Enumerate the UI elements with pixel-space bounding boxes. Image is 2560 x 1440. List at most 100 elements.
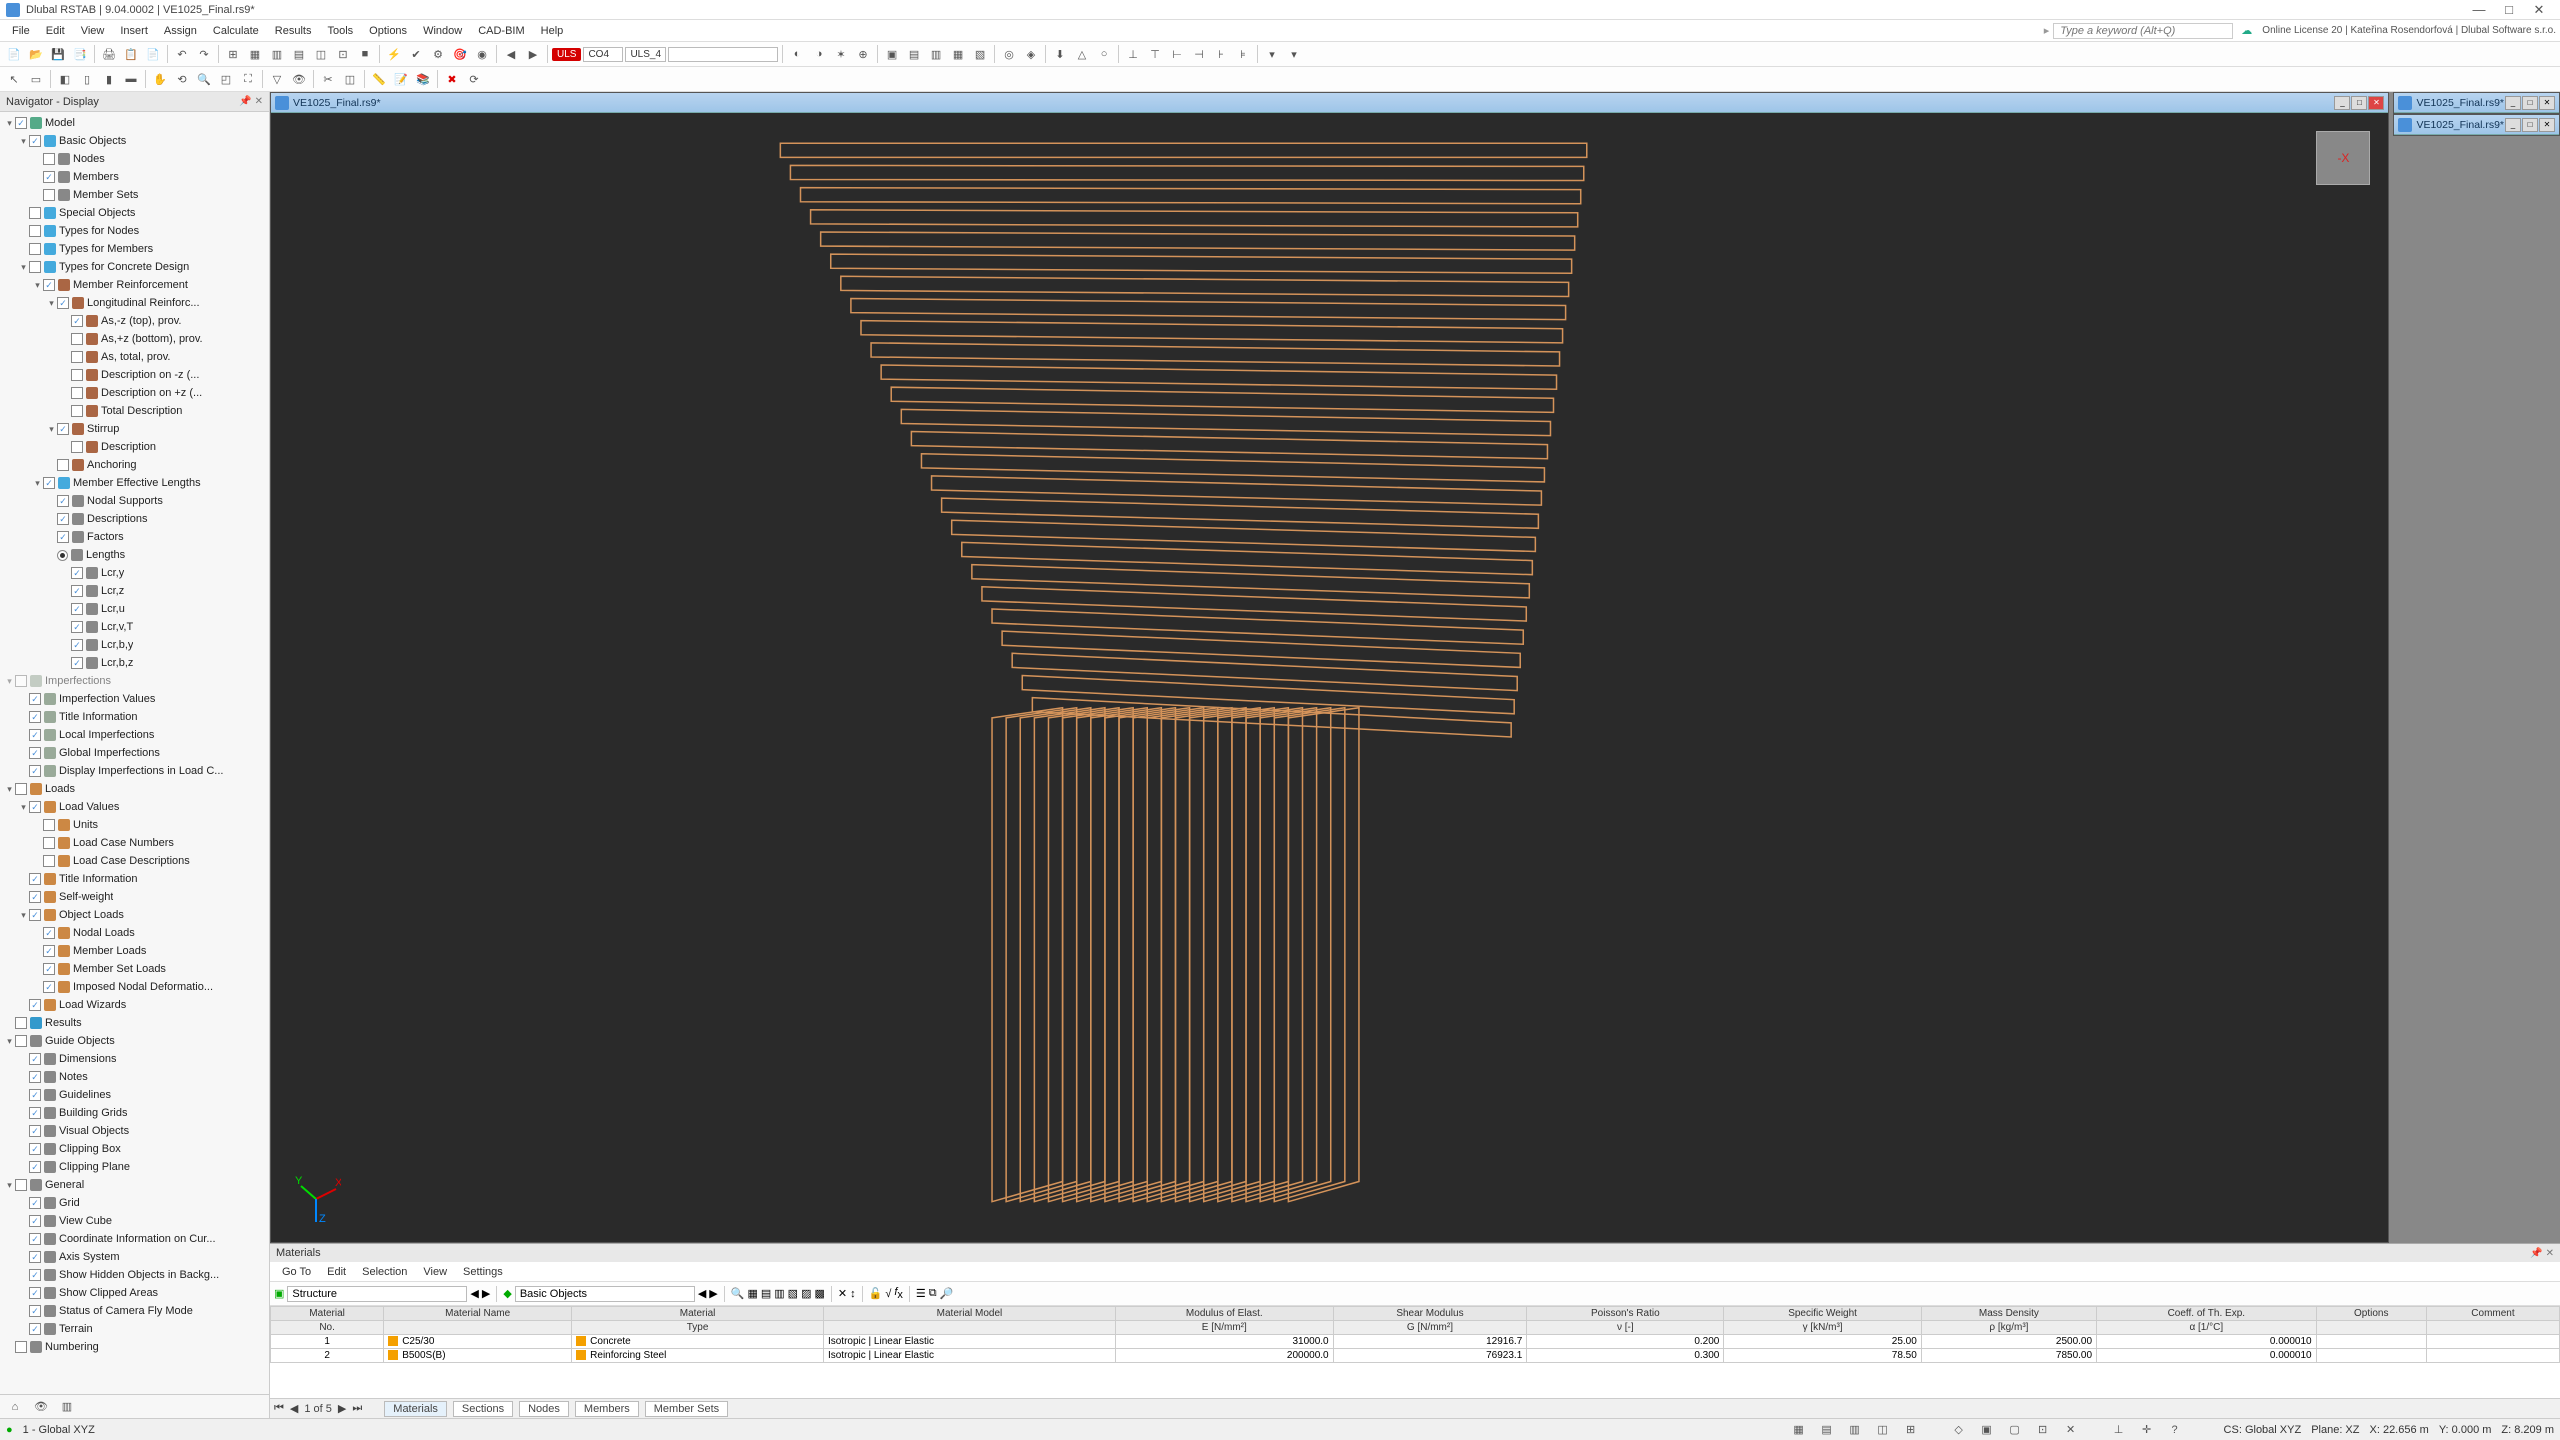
tree-item[interactable]: ▾Imperfections: [0, 672, 269, 690]
tree-item[interactable]: Nodes: [0, 150, 269, 168]
view1-min[interactable]: _: [2334, 96, 2350, 110]
tree-item[interactable]: Display Imperfections in Load C...: [0, 762, 269, 780]
view3-close[interactable]: ✕: [2539, 118, 2555, 132]
tool-d-icon[interactable]: ⊕: [853, 44, 873, 64]
tab-materials[interactable]: Materials: [384, 1401, 447, 1417]
tree-item[interactable]: Lcr,b,y: [0, 636, 269, 654]
zoom-win-icon[interactable]: ◰: [216, 69, 236, 89]
tree-item[interactable]: Show Clipped Areas: [0, 1284, 269, 1302]
tree-item[interactable]: Grid: [0, 1194, 269, 1212]
mat-menu-settings[interactable]: Settings: [455, 1264, 511, 1280]
tree-item[interactable]: Clipping Plane: [0, 1158, 269, 1176]
filter-icon[interactable]: ▽: [267, 69, 287, 89]
nav-first-icon[interactable]: ⏮: [274, 1402, 284, 1415]
solid-icon[interactable]: ■: [355, 44, 375, 64]
view-iso-icon[interactable]: ◧: [55, 69, 75, 89]
tb-find-icon[interactable]: 🔎: [940, 1287, 954, 1300]
next2-icon[interactable]: ▶: [709, 1287, 717, 1300]
tree-item[interactable]: Nodal Loads: [0, 924, 269, 942]
sb-snap5-icon[interactable]: ✕: [2062, 1421, 2080, 1439]
print-icon[interactable]: 🖨: [99, 44, 119, 64]
menu-file[interactable]: File: [4, 23, 38, 39]
tree-item[interactable]: As,+z (bottom), prov.: [0, 330, 269, 348]
tree-item[interactable]: Title Information: [0, 708, 269, 726]
loads-icon[interactable]: ⬇: [1050, 44, 1070, 64]
menu-edit[interactable]: Edit: [38, 23, 73, 39]
menu-help[interactable]: Help: [533, 23, 572, 39]
back-icon[interactable]: ◀: [501, 44, 521, 64]
tree-item[interactable]: Imperfection Values: [0, 690, 269, 708]
measure-icon[interactable]: 📏: [369, 69, 389, 89]
tree-item[interactable]: Title Information: [0, 870, 269, 888]
tree-item[interactable]: Visual Objects: [0, 1122, 269, 1140]
view1-viewport[interactable]: -X XYZ: [271, 113, 2388, 1242]
tree-item[interactable]: Imposed Nodal Deformatio...: [0, 978, 269, 996]
sel-box-icon[interactable]: ▭: [26, 69, 46, 89]
zoom-fit-icon[interactable]: ⛶: [238, 69, 258, 89]
nav-eye-icon[interactable]: 👁: [32, 1398, 50, 1416]
prev-icon[interactable]: ◀: [470, 1287, 478, 1300]
sb-snap2-icon[interactable]: ▣: [1978, 1421, 1996, 1439]
tree-item[interactable]: Building Grids: [0, 1104, 269, 1122]
tree-item[interactable]: As, total, prov.: [0, 348, 269, 366]
report-icon[interactable]: 📄: [143, 44, 163, 64]
tree-item[interactable]: Description: [0, 438, 269, 456]
tree-item[interactable]: Status of Camera Fly Mode: [0, 1302, 269, 1320]
table-category-combo[interactable]: Structure: [287, 1286, 467, 1302]
t1-icon[interactable]: ⊥: [1123, 44, 1143, 64]
tree-item[interactable]: Self-weight: [0, 888, 269, 906]
snap-icon[interactable]: ▦: [245, 44, 265, 64]
tree-item[interactable]: ▾Longitudinal Reinforc...: [0, 294, 269, 312]
tree-item[interactable]: Global Imperfections: [0, 744, 269, 762]
tree-item[interactable]: Load Wizards: [0, 996, 269, 1014]
rotate-icon[interactable]: ⟲: [172, 69, 192, 89]
tree-item[interactable]: Member Loads: [0, 942, 269, 960]
tree-item[interactable]: ▾Model: [0, 114, 269, 132]
next-icon[interactable]: ▶: [482, 1287, 490, 1300]
tree-item[interactable]: View Cube: [0, 1212, 269, 1230]
view2-min[interactable]: _: [2505, 96, 2521, 110]
tree-item[interactable]: ▾Member Effective Lengths: [0, 474, 269, 492]
pan-icon[interactable]: ✋: [150, 69, 170, 89]
tree-item[interactable]: As,-z (top), prov.: [0, 312, 269, 330]
tree-item[interactable]: Guidelines: [0, 1086, 269, 1104]
menu-cad-bim[interactable]: CAD-BIM: [470, 23, 532, 39]
tree-item[interactable]: Lcr,b,z: [0, 654, 269, 672]
tb-fx-icon[interactable]: fx: [894, 1286, 903, 1301]
view2-close[interactable]: ✕: [2539, 96, 2555, 110]
minimize-button[interactable]: —: [2464, 2, 2494, 17]
t6-icon[interactable]: ⊧: [1233, 44, 1253, 64]
results-nav-icon[interactable]: 🎯: [450, 44, 470, 64]
new-icon[interactable]: 📄: [4, 44, 24, 64]
tb-k-icon[interactable]: √: [885, 1288, 891, 1300]
tree-item[interactable]: Special Objects: [0, 204, 269, 222]
t4-icon[interactable]: ⊣: [1189, 44, 1209, 64]
tree-item[interactable]: Lcr,v,T: [0, 618, 269, 636]
menu-view[interactable]: View: [73, 23, 113, 39]
nav-last-icon[interactable]: ⏭: [352, 1402, 362, 1415]
grid-icon[interactable]: ⊞: [223, 44, 243, 64]
tree-item[interactable]: Description on -z (...: [0, 366, 269, 384]
menu-options[interactable]: Options: [361, 23, 415, 39]
nav-home-icon[interactable]: ⌂: [6, 1398, 24, 1416]
open-icon[interactable]: 📂: [26, 44, 46, 64]
tree-item[interactable]: Terrain: [0, 1320, 269, 1338]
tree-item[interactable]: Types for Members: [0, 240, 269, 258]
view3-header[interactable]: VE1025_Final.rs9* _ □ ✕: [2394, 115, 2559, 135]
sb-5-icon[interactable]: ⊞: [1902, 1421, 1920, 1439]
tb-a-icon[interactable]: 🔍: [731, 1287, 745, 1300]
tb-e-icon[interactable]: ▧: [788, 1287, 798, 1300]
tree-item[interactable]: Description on +z (...: [0, 384, 269, 402]
tool-c-icon[interactable]: ✶: [831, 44, 851, 64]
tree-item[interactable]: Clipping Box: [0, 1140, 269, 1158]
tb-d-icon[interactable]: ▥: [774, 1287, 784, 1300]
tree-item[interactable]: Lcr,y: [0, 564, 269, 582]
mat-menu-goto[interactable]: Go To: [274, 1264, 319, 1280]
tb-b-icon[interactable]: ▦: [747, 1287, 757, 1300]
tree-item[interactable]: ▾Types for Concrete Design: [0, 258, 269, 276]
view-top-icon[interactable]: ▬: [121, 69, 141, 89]
check-icon[interactable]: ✔: [406, 44, 426, 64]
menu-tools[interactable]: Tools: [319, 23, 361, 39]
tree-item[interactable]: Lcr,z: [0, 582, 269, 600]
view-cube[interactable]: -X: [2316, 131, 2370, 185]
